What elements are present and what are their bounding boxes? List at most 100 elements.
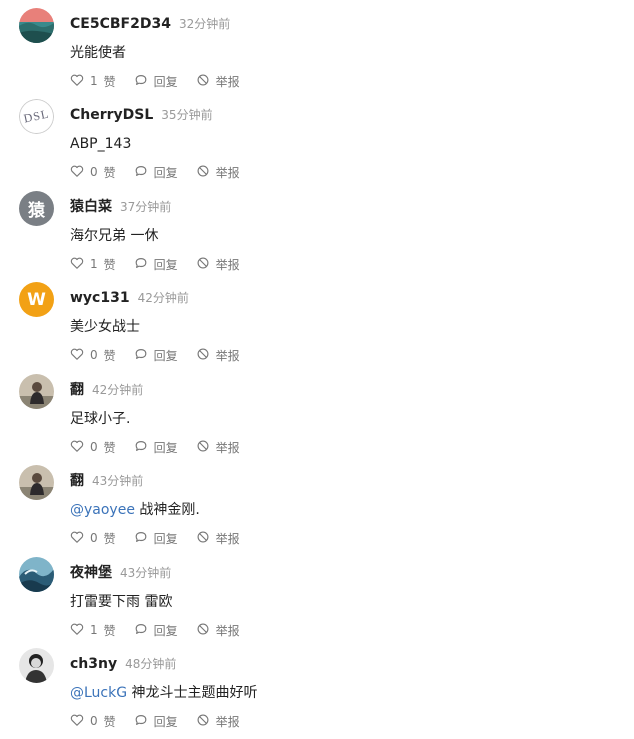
like-button[interactable]: 1赞 xyxy=(70,256,116,273)
report-label: 举报 xyxy=(215,714,240,729)
comment-bubble-icon xyxy=(134,439,154,456)
report-button[interactable]: 举报 xyxy=(196,530,240,547)
like-button[interactable]: 0赞 xyxy=(70,164,116,181)
report-button[interactable]: 举报 xyxy=(196,347,240,364)
comment-text: @LuckG 神龙斗士主题曲好听 xyxy=(70,683,258,703)
comment-body: 足球小子. xyxy=(70,411,131,427)
reply-button[interactable]: 回复 xyxy=(134,256,178,273)
timestamp: 43分钟前 xyxy=(92,474,144,488)
heart-icon xyxy=(70,713,90,730)
avatar[interactable]: 猿 xyxy=(19,191,54,226)
report-button[interactable]: 举报 xyxy=(196,73,240,90)
reply-label: 回复 xyxy=(153,74,178,89)
reply-label: 回复 xyxy=(153,257,178,272)
reply-button[interactable]: 回复 xyxy=(134,622,178,639)
like-button[interactable]: 0赞 xyxy=(70,530,116,547)
avatar[interactable] xyxy=(19,648,54,683)
like-count: 1 xyxy=(90,623,98,637)
mention-link[interactable]: @yaoyee xyxy=(70,502,135,518)
username[interactable]: 猿白菜 xyxy=(70,199,112,215)
mention-link[interactable]: @LuckG xyxy=(70,685,127,701)
reply-button[interactable]: 回复 xyxy=(134,530,178,547)
timestamp: 35分钟前 xyxy=(161,108,213,122)
comment-bubble-icon xyxy=(134,73,154,90)
ban-icon xyxy=(196,164,216,181)
reply-button[interactable]: 回复 xyxy=(134,439,178,456)
like-button[interactable]: 0赞 xyxy=(70,347,116,364)
report-button[interactable]: 举报 xyxy=(196,439,240,456)
avatar[interactable]: W xyxy=(19,282,54,317)
comment-bubble-icon xyxy=(134,164,154,181)
reply-button[interactable]: 回复 xyxy=(134,713,178,730)
reply-label: 回复 xyxy=(153,348,178,363)
like-label: 赞 xyxy=(103,257,116,272)
like-count: 0 xyxy=(90,440,98,454)
report-button[interactable]: 举报 xyxy=(196,164,240,181)
comment-actions: 1 赞 回复 举报 xyxy=(70,622,258,638)
ban-icon xyxy=(196,530,216,547)
heart-icon xyxy=(70,73,90,90)
comment-actions: 0 赞 回复 举报 xyxy=(70,347,258,363)
reply-button[interactable]: 回复 xyxy=(134,73,178,90)
comment-actions: 0 赞 回复 举报 xyxy=(70,439,258,455)
like-button[interactable]: 0赞 xyxy=(70,713,116,730)
username[interactable]: 翻 xyxy=(70,473,84,489)
like-button[interactable]: 1赞 xyxy=(70,622,116,639)
comment-body: 战神金刚. xyxy=(139,502,200,518)
like-count: 1 xyxy=(90,74,98,88)
username[interactable]: CherryDSL xyxy=(70,107,153,123)
comment-text: 光能使者 xyxy=(70,43,126,63)
username[interactable]: wyc131 xyxy=(70,290,130,306)
username[interactable]: 翻 xyxy=(70,382,84,398)
avatar[interactable] xyxy=(19,8,54,43)
comment-actions: 0 赞 回复 举报 xyxy=(70,530,258,546)
report-button[interactable]: 举报 xyxy=(196,713,240,730)
comment-item: DSL CherryDSL 35分钟前 ABP_143 0 赞 回复 举报 xyxy=(0,99,634,181)
avatar[interactable]: DSL xyxy=(19,99,54,134)
like-label: 赞 xyxy=(103,623,116,638)
comment-bubble-icon xyxy=(134,530,154,547)
ban-icon xyxy=(196,256,216,273)
comment-header: 翻 42分钟前 xyxy=(70,380,143,400)
like-count: 0 xyxy=(90,165,98,179)
like-count: 1 xyxy=(90,257,98,271)
avatar[interactable] xyxy=(19,557,54,592)
comment-header: 夜神堡 43分钟前 xyxy=(70,563,171,583)
comment-item: 翻 43分钟前 @yaoyee 战神金刚. 0 赞 回复 举报 xyxy=(0,465,634,546)
username[interactable]: ch3ny xyxy=(70,656,117,672)
reply-label: 回复 xyxy=(153,165,178,180)
report-button[interactable]: 举报 xyxy=(196,622,240,639)
report-button[interactable]: 举报 xyxy=(196,256,240,273)
comment-text: 美少女战士 xyxy=(70,317,140,337)
report-label: 举报 xyxy=(215,165,240,180)
report-label: 举报 xyxy=(215,531,240,546)
comment-bubble-icon xyxy=(134,622,154,639)
like-label: 赞 xyxy=(103,348,116,363)
comment-item: Wwyc131 42分钟前 美少女战士 0 赞 回复 举报 xyxy=(0,282,634,363)
ban-icon xyxy=(196,347,216,364)
reply-label: 回复 xyxy=(153,531,178,546)
username[interactable]: 夜神堡 xyxy=(70,565,112,581)
heart-icon xyxy=(70,347,90,364)
avatar[interactable] xyxy=(19,374,54,409)
like-button[interactable]: 0赞 xyxy=(70,439,116,456)
reply-button[interactable]: 回复 xyxy=(134,164,178,181)
timestamp: 42分钟前 xyxy=(92,383,144,397)
report-label: 举报 xyxy=(215,348,240,363)
like-count: 0 xyxy=(90,714,98,728)
like-label: 赞 xyxy=(103,165,116,180)
comment-text: ABP_143 xyxy=(70,134,131,154)
like-button[interactable]: 1赞 xyxy=(70,73,116,90)
heart-icon xyxy=(70,530,90,547)
like-count: 0 xyxy=(90,531,98,545)
reply-label: 回复 xyxy=(153,623,178,638)
reply-button[interactable]: 回复 xyxy=(134,347,178,364)
like-label: 赞 xyxy=(103,531,116,546)
report-label: 举报 xyxy=(215,623,240,638)
report-label: 举报 xyxy=(215,440,240,455)
avatar[interactable] xyxy=(19,465,54,500)
username[interactable]: CE5CBF2D34 xyxy=(70,16,171,32)
comment-text: @yaoyee 战神金刚. xyxy=(70,500,200,520)
comment-body: ABP_143 xyxy=(70,136,132,152)
heart-icon xyxy=(70,622,90,639)
